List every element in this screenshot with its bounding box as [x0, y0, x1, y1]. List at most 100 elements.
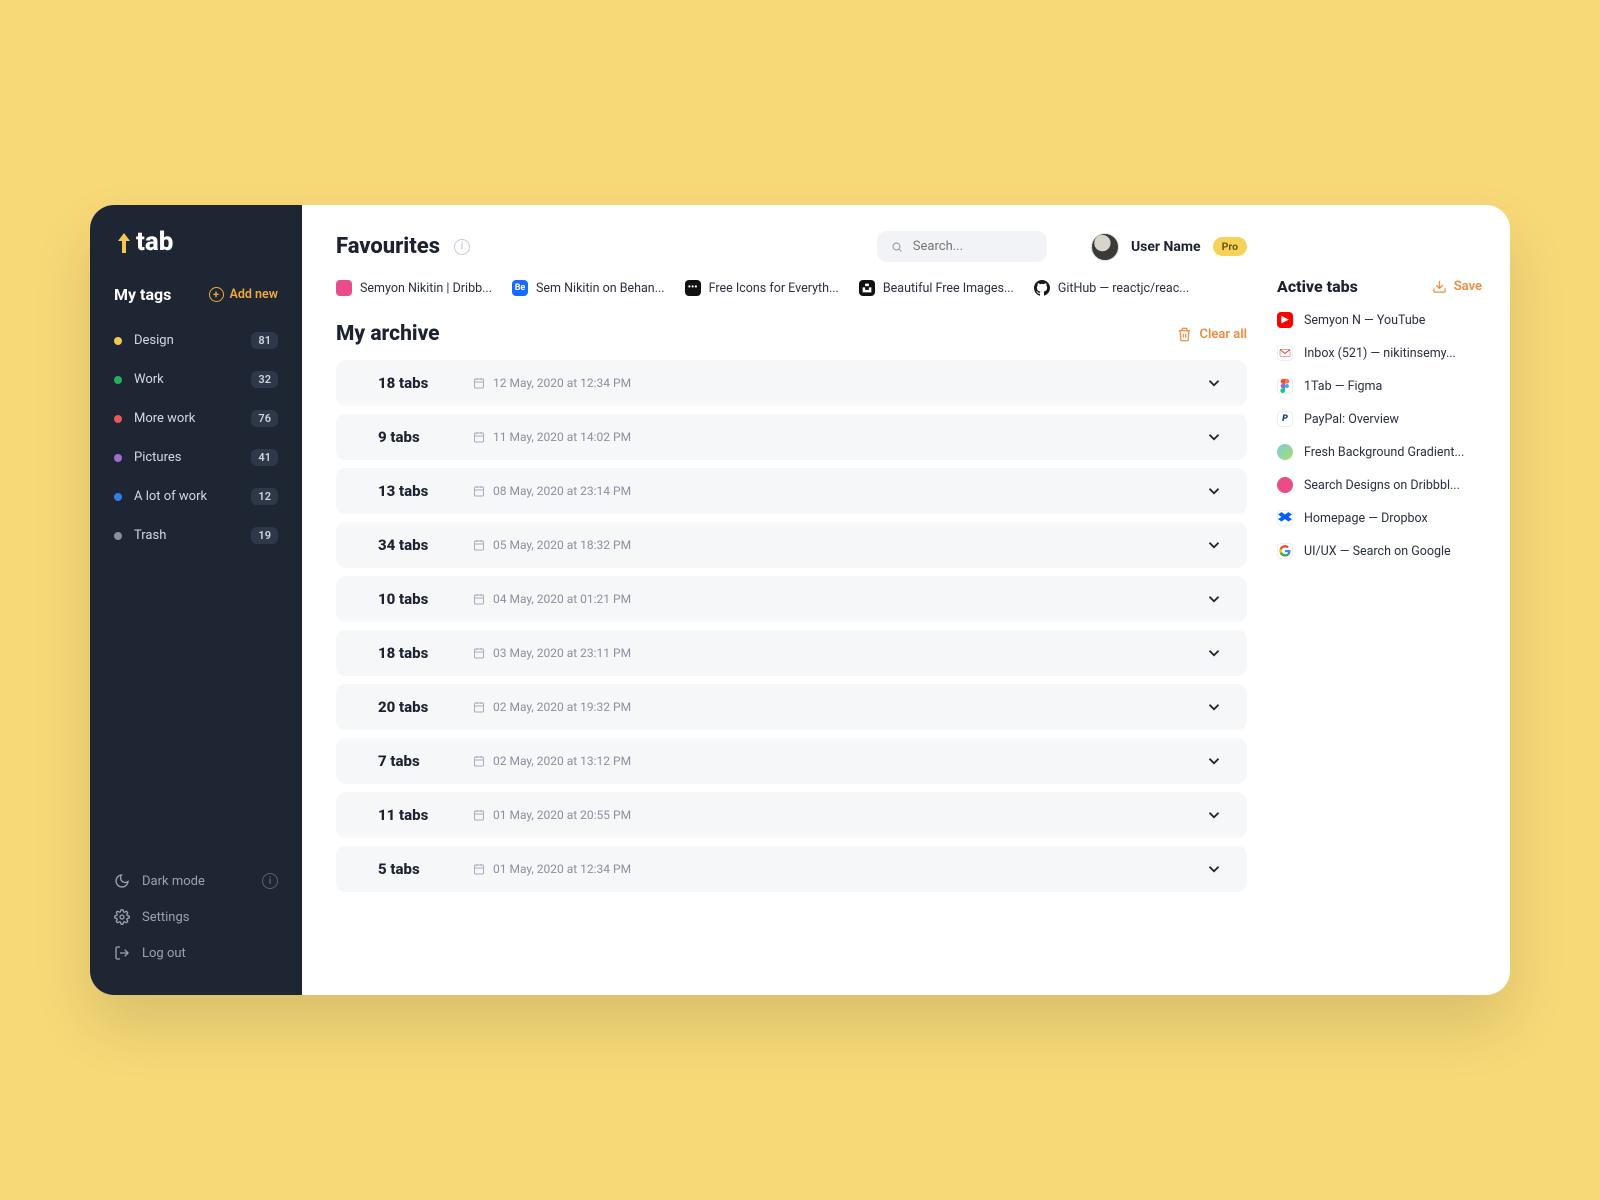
archive-row-title: 11 tabs	[378, 806, 473, 824]
archive-row[interactable]: 34 tabs 05 May, 2020 at 18:32 PM	[336, 522, 1247, 568]
sidebar-tag-item[interactable]: Work 32	[102, 361, 290, 398]
sidebar-tag-item[interactable]: Pictures 41	[102, 439, 290, 476]
archive-row-title: 5 tabs	[378, 860, 473, 878]
trash-icon	[1177, 327, 1192, 342]
active-tab-item[interactable]: PPayPal: Overview	[1277, 411, 1482, 427]
active-tabs-list: ▶Semyon N — YouTube Inbox (521) — nikitin…	[1277, 312, 1482, 559]
chevron-down-icon	[1205, 860, 1223, 878]
search-icon	[891, 240, 903, 254]
tag-count-badge: 81	[251, 332, 278, 349]
chevron-down-icon	[1205, 644, 1223, 662]
archive-row[interactable]: 5 tabs 01 May, 2020 at 12:34 PM	[336, 846, 1247, 892]
tag-count-badge: 76	[251, 410, 278, 427]
archive-row-date: 12 May, 2020 at 12:34 PM	[473, 376, 631, 390]
favourite-link[interactable]: •••Free Icons for Everyth...	[685, 280, 839, 296]
archive-row-date: 01 May, 2020 at 20:55 PM	[473, 808, 631, 822]
tags-title: My tags	[114, 285, 171, 304]
search-box[interactable]	[877, 231, 1047, 262]
calendar-icon	[473, 863, 485, 875]
site-icon	[1277, 543, 1293, 559]
calendar-icon	[473, 593, 485, 605]
favourite-link[interactable]: BeSem Nikitin on Behan...	[512, 280, 665, 296]
archive-row[interactable]: 13 tabs 08 May, 2020 at 23:14 PM	[336, 468, 1247, 514]
chevron-down-icon	[1205, 536, 1223, 554]
user-name: User Name	[1131, 239, 1201, 255]
active-tabs-header: Active tabs Save	[1277, 277, 1482, 296]
archive-row[interactable]: 18 tabs 12 May, 2020 at 12:34 PM	[336, 360, 1247, 406]
archive-row[interactable]: 10 tabs 04 May, 2020 at 01:21 PM	[336, 576, 1247, 622]
clear-all-label: Clear all	[1200, 327, 1248, 342]
active-tab-item[interactable]: Search Designs on Dribbbl...	[1277, 477, 1482, 493]
favourite-link[interactable]: Beautiful Free Images...	[859, 280, 1014, 296]
active-tab-item[interactable]: 1Tab — Figma	[1277, 378, 1482, 394]
chevron-down-icon	[1205, 752, 1223, 770]
calendar-icon	[473, 377, 485, 389]
avatar	[1091, 233, 1119, 261]
archive-row-title: 7 tabs	[378, 752, 473, 770]
sidebar-tag-item[interactable]: Trash 19	[102, 517, 290, 554]
tag-label: More work	[134, 411, 251, 426]
active-tab-item[interactable]: Homepage — Dropbox	[1277, 510, 1482, 526]
archive-row[interactable]: 18 tabs 03 May, 2020 at 23:11 PM	[336, 630, 1247, 676]
archive-header: My archive Clear all	[336, 322, 1247, 346]
save-label: Save	[1454, 279, 1482, 294]
archive-row[interactable]: 9 tabs 11 May, 2020 at 14:02 PM	[336, 414, 1247, 460]
active-tab-label: Search Designs on Dribbbl...	[1304, 478, 1460, 493]
chevron-down-icon	[1205, 698, 1223, 716]
active-tab-item[interactable]: ▶Semyon N — YouTube	[1277, 312, 1482, 328]
calendar-icon	[473, 539, 485, 551]
user-block[interactable]: User Name Pro	[1091, 233, 1247, 261]
active-tab-label: Fresh Background Gradient...	[1304, 445, 1464, 460]
site-icon	[1277, 378, 1293, 394]
tag-color-dot-icon	[114, 376, 122, 384]
gear-icon	[114, 909, 130, 925]
info-icon[interactable]: i	[454, 239, 470, 255]
archive-row-title: 34 tabs	[378, 536, 473, 554]
clear-all-button[interactable]: Clear all	[1177, 327, 1248, 342]
sidebar-tag-item[interactable]: Design 81	[102, 322, 290, 359]
sidebar-tag-item[interactable]: A lot of work 12	[102, 478, 290, 515]
archive-title: My archive	[336, 322, 440, 346]
tag-color-dot-icon	[114, 337, 122, 345]
logout-label: Log out	[142, 946, 186, 961]
tag-count-badge: 12	[251, 488, 278, 505]
add-new-tag-button[interactable]: + Add new	[209, 287, 278, 302]
tag-count-badge: 19	[251, 527, 278, 544]
settings-button[interactable]: Settings	[90, 899, 302, 935]
tag-color-dot-icon	[114, 493, 122, 501]
archive-row[interactable]: 11 tabs 01 May, 2020 at 20:55 PM	[336, 792, 1247, 838]
active-tab-item[interactable]: UI/UX — Search on Google	[1277, 543, 1482, 559]
favourite-label: GitHub — reactjc/reac...	[1058, 281, 1189, 296]
tag-count-badge: 32	[251, 371, 278, 388]
search-input[interactable]	[913, 239, 1033, 254]
tag-count-badge: 41	[251, 449, 278, 466]
active-tab-item[interactable]: Fresh Background Gradient...	[1277, 444, 1482, 460]
favourite-link[interactable]: Semyon Nikitin | Dribb...	[336, 280, 492, 296]
active-tab-label: Semyon N — YouTube	[1304, 313, 1425, 328]
top-bar: Favourites i User Name Pro	[336, 231, 1247, 262]
right-column: Active tabs Save ▶Semyon N — YouTube Inbo…	[1277, 231, 1482, 975]
archive-row-title: 9 tabs	[378, 428, 473, 446]
logout-icon	[114, 945, 130, 961]
calendar-icon	[473, 809, 485, 821]
logout-button[interactable]: Log out	[90, 935, 302, 971]
favourite-link[interactable]: GitHub — reactjc/reac...	[1034, 280, 1189, 296]
save-button[interactable]: Save	[1432, 279, 1482, 294]
calendar-icon	[473, 755, 485, 767]
archive-row-date: 01 May, 2020 at 12:34 PM	[473, 862, 631, 876]
tag-label: Design	[134, 333, 251, 348]
archive-row[interactable]: 7 tabs 02 May, 2020 at 13:12 PM	[336, 738, 1247, 784]
tag-label: A lot of work	[134, 489, 251, 504]
active-tab-item[interactable]: Inbox (521) — nikitinsemy...	[1277, 345, 1482, 361]
favourite-label: Semyon Nikitin | Dribb...	[360, 281, 492, 296]
archive-row[interactable]: 20 tabs 02 May, 2020 at 19:32 PM	[336, 684, 1247, 730]
tag-color-dot-icon	[114, 532, 122, 540]
sidebar-tag-item[interactable]: More work 76	[102, 400, 290, 437]
dark-mode-toggle[interactable]: Dark mode i	[90, 863, 302, 899]
favourite-label: Beautiful Free Images...	[883, 281, 1014, 296]
site-icon	[1277, 444, 1293, 460]
pro-badge: Pro	[1213, 237, 1247, 256]
archive-row-date: 05 May, 2020 at 18:32 PM	[473, 538, 631, 552]
site-icon	[1277, 510, 1293, 526]
archive-list: 18 tabs 12 May, 2020 at 12:34 PM 9 tabs …	[336, 360, 1247, 892]
